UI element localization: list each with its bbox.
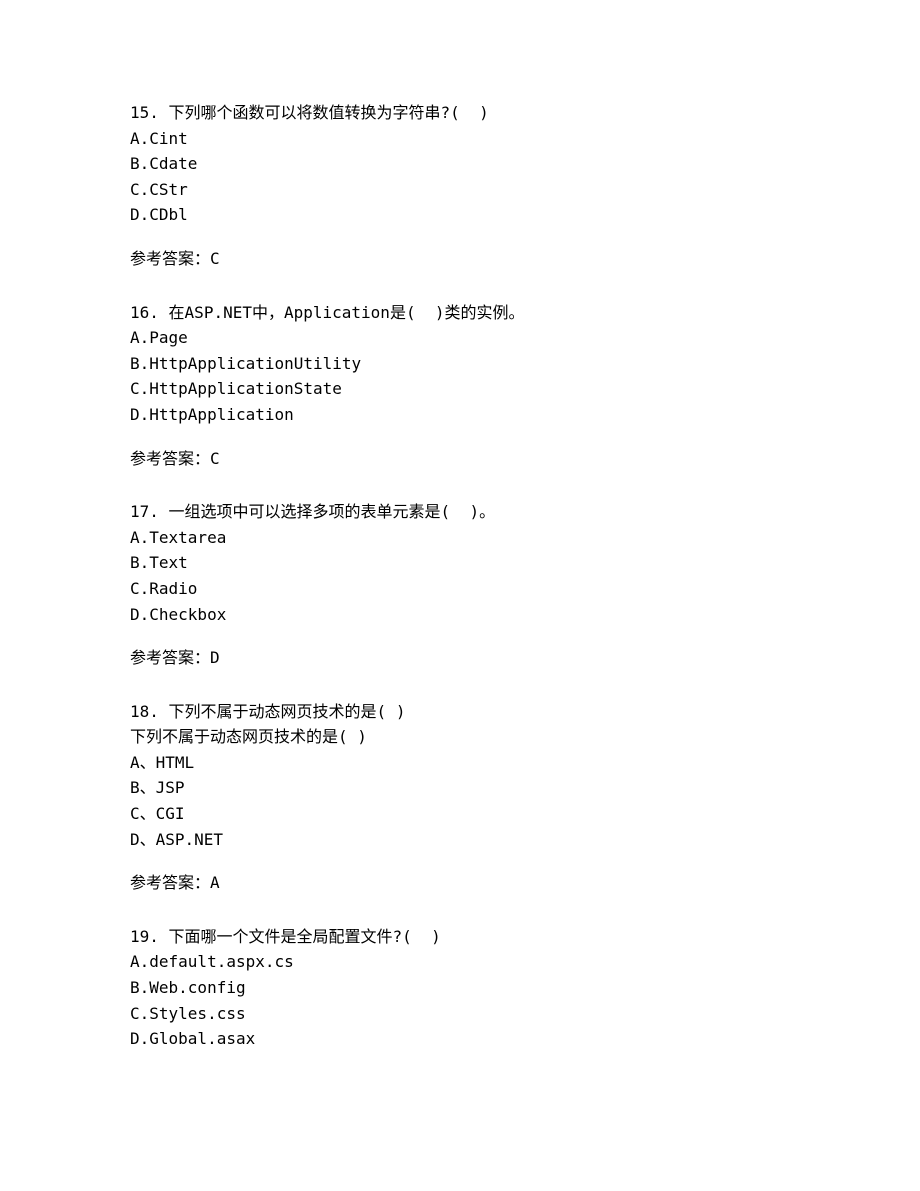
- option-c: C.Styles.css: [130, 1001, 790, 1027]
- answer-label: 参考答案：: [130, 249, 210, 268]
- answer-label: 参考答案：: [130, 449, 210, 468]
- answer-label: 参考答案：: [130, 648, 210, 667]
- option-a: A、HTML: [130, 750, 790, 776]
- answer-value: D: [210, 648, 220, 667]
- question-number: 18.: [130, 702, 159, 721]
- option-a: A.Textarea: [130, 525, 790, 551]
- question-number: 17.: [130, 502, 159, 521]
- question-number: 19.: [130, 927, 159, 946]
- answer-value: C: [210, 249, 220, 268]
- question-17: 17. 一组选项中可以选择多项的表单元素是( )。 A.Textarea B.T…: [130, 499, 790, 671]
- question-stem: 15. 下列哪个函数可以将数值转换为字符串?( ): [130, 100, 790, 126]
- answer-line: 参考答案：D: [130, 645, 790, 671]
- question-18: 18. 下列不属于动态网页技术的是( ) 下列不属于动态网页技术的是( ) A、…: [130, 699, 790, 896]
- question-body: 下列哪个函数可以将数值转换为字符串?( ): [169, 103, 489, 122]
- option-d: D.Global.asax: [130, 1026, 790, 1052]
- question-19: 19. 下面哪一个文件是全局配置文件?( ) A.default.aspx.cs…: [130, 924, 790, 1052]
- question-extra-line: 下列不属于动态网页技术的是( ): [130, 724, 790, 750]
- answer-value: C: [210, 449, 220, 468]
- option-b: B.Text: [130, 550, 790, 576]
- option-b: B、JSP: [130, 775, 790, 801]
- answer-value: A: [210, 873, 220, 892]
- question-body: 在ASP.NET中，Application是( )类的实例。: [169, 303, 525, 322]
- answer-label: 参考答案：: [130, 873, 210, 892]
- option-b: B.Cdate: [130, 151, 790, 177]
- option-b: B.HttpApplicationUtility: [130, 351, 790, 377]
- question-number: 16.: [130, 303, 159, 322]
- question-body: 下面哪一个文件是全局配置文件?( ): [169, 927, 441, 946]
- option-a: A.Cint: [130, 126, 790, 152]
- option-a: A.default.aspx.cs: [130, 949, 790, 975]
- option-c: C.Radio: [130, 576, 790, 602]
- option-c: C、CGI: [130, 801, 790, 827]
- option-d: D.CDbl: [130, 202, 790, 228]
- question-number: 15.: [130, 103, 159, 122]
- question-stem: 18. 下列不属于动态网页技术的是( ): [130, 699, 790, 725]
- option-d: D.Checkbox: [130, 602, 790, 628]
- question-stem: 19. 下面哪一个文件是全局配置文件?( ): [130, 924, 790, 950]
- option-b: B.Web.config: [130, 975, 790, 1001]
- question-stem: 17. 一组选项中可以选择多项的表单元素是( )。: [130, 499, 790, 525]
- question-stem: 16. 在ASP.NET中，Application是( )类的实例。: [130, 300, 790, 326]
- option-d: D、ASP.NET: [130, 827, 790, 853]
- question-body: 一组选项中可以选择多项的表单元素是( )。: [169, 502, 496, 521]
- option-d: D.HttpApplication: [130, 402, 790, 428]
- question-15: 15. 下列哪个函数可以将数值转换为字符串?( ) A.Cint B.Cdate…: [130, 100, 790, 272]
- option-c: C.CStr: [130, 177, 790, 203]
- answer-line: 参考答案：A: [130, 870, 790, 896]
- answer-line: 参考答案：C: [130, 246, 790, 272]
- option-a: A.Page: [130, 325, 790, 351]
- question-16: 16. 在ASP.NET中，Application是( )类的实例。 A.Pag…: [130, 300, 790, 472]
- option-c: C.HttpApplicationState: [130, 376, 790, 402]
- question-body: 下列不属于动态网页技术的是( ): [169, 702, 406, 721]
- answer-line: 参考答案：C: [130, 446, 790, 472]
